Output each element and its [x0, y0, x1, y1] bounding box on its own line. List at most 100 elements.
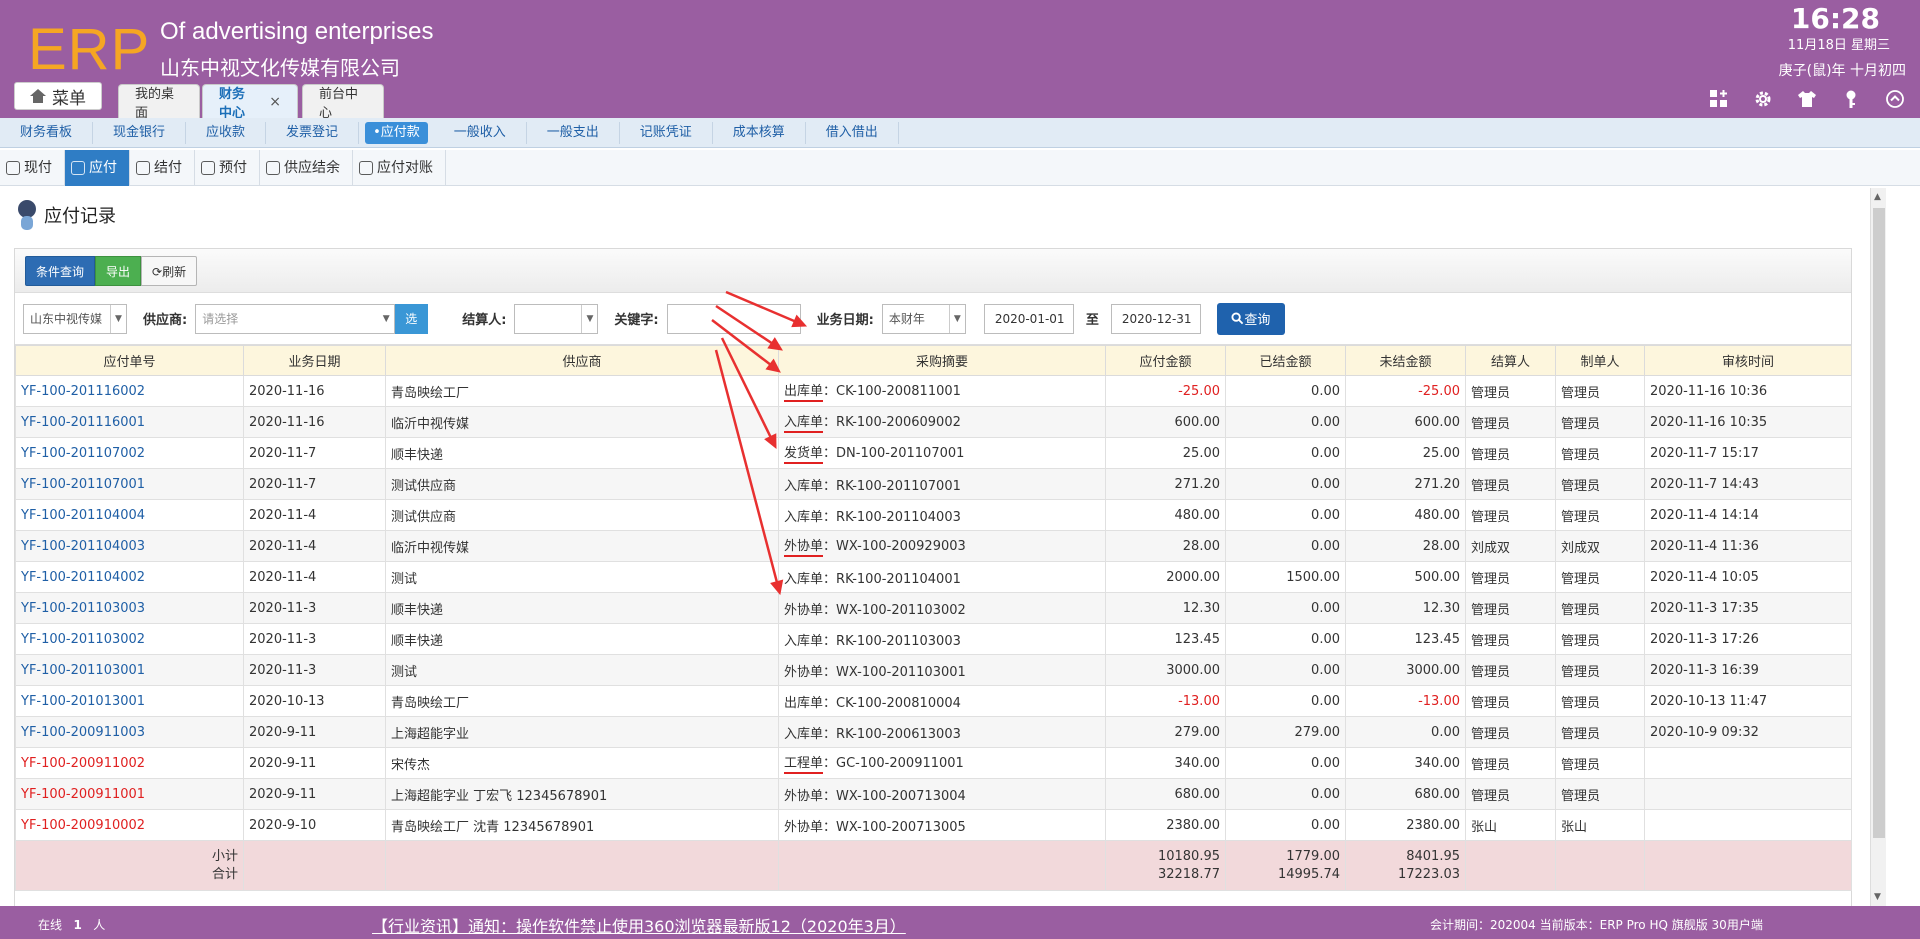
col-header[interactable]: 未结金额 [1345, 345, 1466, 376]
subtab-reconcile[interactable]: 应付对账 [353, 150, 446, 186]
supplier-pick-button[interactable]: 选 [394, 303, 429, 334]
payable-no-link[interactable]: YF-100-200911003 [15, 716, 244, 748]
paid-amount: 0.00 [1225, 406, 1346, 438]
table-row[interactable]: YF-100-201103002 2020-11-3 顺丰快递 入库单：RK-100-… [15, 623, 1852, 655]
payable-no-link[interactable]: YF-100-201013001 [15, 685, 244, 717]
tab-finance-center[interactable]: 财务中心 × [202, 84, 298, 121]
company-select[interactable]: 山东中视传媒 ▼ [23, 303, 127, 334]
menu-button[interactable]: 菜单 [14, 82, 102, 110]
unpaid-amount: 271.20 [1345, 468, 1466, 500]
scroll-down-icon[interactable]: ▼ [1874, 892, 1881, 902]
payable-no-link[interactable]: YF-100-201104004 [15, 499, 244, 531]
records-panel: 条件查询 导出 ⟳刷新 山东中视传媒 ▼ 供应商: 请选择 ▼ 选 结算人: ▼… [14, 248, 1852, 908]
date-to-input[interactable]: 2020-12-31 [1110, 303, 1201, 334]
subtotal-paid: 1779.00 [1286, 848, 1340, 864]
refresh-button[interactable]: ⟳刷新 [141, 255, 198, 286]
payable-no-link[interactable]: YF-100-200911001 [15, 778, 244, 810]
subtab-payable[interactable]: 应付 [65, 150, 130, 186]
conditional-query-button[interactable]: 条件查询 [25, 255, 96, 286]
table-row[interactable]: YF-100-200911003 2020-9-11 上海超能字业 入库单：RK-10… [15, 716, 1852, 748]
paid-amount: 1500.00 [1225, 561, 1346, 593]
submenu-general-income[interactable]: 一般收入 [434, 121, 527, 144]
submenu-cash-bank[interactable]: 现金银行 [93, 121, 187, 144]
purchase-summary: 入库单：RK-100-201104001 [778, 561, 1106, 593]
scrollbar-thumb[interactable] [1873, 208, 1885, 838]
col-header[interactable]: 应付单号 [15, 345, 244, 376]
news-link[interactable]: 【行业资讯】通知：操作软件禁止使用360浏览器最新版12（2020年3月） [372, 913, 906, 937]
col-header[interactable]: 结算人 [1465, 345, 1556, 376]
table-row[interactable]: YF-100-200911001 2020-9-11 上海超能字业 丁宏飞 1234… [15, 778, 1852, 810]
submenu-costing[interactable]: 成本核算 [713, 121, 806, 144]
submenu-vouchers[interactable]: 记账凭证 [620, 121, 713, 144]
table-row[interactable]: YF-100-201013001 2020-10-13 青岛映绘工厂 出库单：CK-1… [15, 685, 1852, 717]
settler-select[interactable]: ▼ [514, 303, 599, 334]
shirt-icon[interactable] [1796, 88, 1818, 110]
summary-amount: 10180.95 32218.77 [1105, 840, 1226, 891]
doc-separator: ： [823, 509, 837, 525]
payable-no-link[interactable]: YF-100-201104002 [15, 561, 244, 593]
export-button[interactable]: 导出 [95, 255, 142, 286]
table-row[interactable]: YF-100-201116002 2020-11-16 青岛映绘工厂 出库单：CK-1… [15, 375, 1852, 407]
payable-no-link[interactable]: YF-100-200911002 [15, 747, 244, 779]
payable-no-link[interactable]: YF-100-201103002 [15, 623, 244, 655]
submenu-general-expense[interactable]: 一般支出 [527, 121, 620, 144]
payable-no-link[interactable]: YF-100-201116001 [15, 406, 244, 438]
subtab-settle[interactable]: 结付 [130, 150, 195, 186]
money-icon [136, 161, 150, 175]
submenu-payables[interactable]: •应付款 [365, 121, 428, 144]
table-row[interactable]: YF-100-201104003 2020-11-4 临沂中视传媒 外协单：WX-10… [15, 530, 1852, 562]
table-row[interactable]: YF-100-201103001 2020-11-3 测试 外协单：WX-100-20… [15, 654, 1852, 686]
table-row[interactable]: YF-100-201116001 2020-11-16 临沂中视传媒 入库单：RK-1… [15, 406, 1852, 438]
settler-cell: 管理员 [1465, 778, 1556, 810]
date-from-input[interactable]: 2020-01-01 [983, 303, 1074, 334]
doc-type: 外协单 [784, 602, 824, 618]
table-row[interactable]: YF-100-200910002 2020-9-10 青岛映绘工厂 沈青 12345… [15, 809, 1852, 841]
col-header[interactable]: 制单人 [1555, 345, 1645, 376]
col-header[interactable]: 业务日期 [243, 345, 386, 376]
tab-my-desktop[interactable]: 我的桌面 [118, 84, 200, 121]
page-title: 应付记录 [14, 198, 116, 232]
submenu-finance-board[interactable]: 财务看板 [0, 121, 94, 144]
col-header[interactable]: 供应商 [385, 345, 779, 376]
submenu-invoice[interactable]: 发票登记 [266, 121, 360, 144]
grid-add-icon[interactable] [1708, 88, 1730, 110]
table-row[interactable]: YF-100-201107002 2020-11-7 顺丰快递 发货单：DN-100-… [15, 437, 1852, 469]
payable-no-link[interactable]: YF-100-201103003 [15, 592, 244, 624]
col-header[interactable]: 应付金额 [1105, 345, 1226, 376]
supplier-cell: 测试 [385, 654, 779, 686]
business-date: 2020-11-4 [243, 561, 386, 593]
table-row[interactable]: YF-100-201104002 2020-11-4 测试 入库单：RK-100-20… [15, 561, 1852, 593]
close-icon[interactable]: × [269, 94, 281, 110]
col-header[interactable]: 审核时间 [1644, 345, 1852, 376]
unpaid-amount: 12.30 [1345, 592, 1466, 624]
payable-no-link[interactable]: YF-100-201107002 [15, 437, 244, 469]
keyword-input[interactable] [666, 303, 801, 334]
gear-icon[interactable] [1752, 88, 1774, 110]
table-row[interactable]: YF-100-200911002 2020-9-11 宋传杰 工程单：GC-100-2… [15, 747, 1852, 779]
key-icon[interactable] [1840, 88, 1862, 110]
submenu-receivables[interactable]: 应收款 [186, 121, 267, 144]
subtab-cash-pay[interactable]: 现付 [0, 150, 65, 186]
tab-front-center[interactable]: 前台中心 [302, 84, 384, 121]
table-row[interactable]: YF-100-201104004 2020-11-4 测试供应商 入库单：RK-100… [15, 499, 1852, 531]
payable-no-link[interactable]: YF-100-201103001 [15, 654, 244, 686]
audit-time: 2020-11-3 17:26 [1644, 623, 1852, 655]
payable-no-link[interactable]: YF-100-201116002 [15, 375, 244, 407]
supplier-select[interactable]: 请选择 ▼ [195, 303, 396, 334]
payable-no-link[interactable]: YF-100-201104003 [15, 530, 244, 562]
collapse-up-icon[interactable] [1884, 88, 1906, 110]
table-row[interactable]: YF-100-201107001 2020-11-7 测试供应商 入库单：RK-100… [15, 468, 1852, 500]
col-header[interactable]: 采购摘要 [778, 345, 1106, 376]
col-header[interactable]: 已结金额 [1225, 345, 1346, 376]
payable-no-link[interactable]: YF-100-201107001 [15, 468, 244, 500]
scroll-up-icon[interactable]: ▲ [1874, 192, 1881, 202]
submenu-borrow-lend[interactable]: 借入借出 [806, 121, 899, 144]
vertical-scrollbar[interactable]: ▲ ▼ [1870, 188, 1886, 906]
subtab-prepay[interactable]: 预付 [195, 150, 260, 186]
date-range-select[interactable]: 本财年 ▼ [881, 303, 966, 334]
payable-no-link[interactable]: YF-100-200910002 [15, 809, 244, 841]
search-button[interactable]: 查询 [1216, 302, 1285, 335]
table-row[interactable]: YF-100-201103003 2020-11-3 顺丰快递 外协单：WX-100-… [15, 592, 1852, 624]
subtab-supply-balance[interactable]: 供应结余 [260, 150, 353, 186]
payables-subtabs: 现付 应付 结付 预付 供应结余 应付对账 [0, 150, 1920, 186]
